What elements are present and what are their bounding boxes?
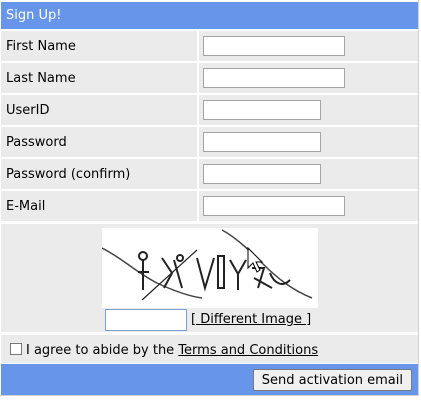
userid-row: UserID xyxy=(1,95,418,125)
send-activation-button[interactable]: Send activation email xyxy=(252,369,412,391)
different-image-link[interactable]: [ Different Image ] xyxy=(191,312,311,327)
captcha-input[interactable] xyxy=(105,309,187,331)
agree-row: I agree to abide by the Terms and Condit… xyxy=(1,335,418,363)
userid-label: UserID xyxy=(6,103,50,118)
agree-text: I agree to abide by the Terms and Condit… xyxy=(26,343,318,358)
signup-form: Sign Up! First Name Last Name UserID Pas… xyxy=(1,2,418,395)
password-row: Password xyxy=(1,127,418,157)
agree-checkbox[interactable] xyxy=(10,343,22,355)
email-input[interactable] xyxy=(203,196,345,216)
password-confirm-row: Password (confirm) xyxy=(1,159,418,189)
first-name-label: First Name xyxy=(6,39,76,54)
first-name-row: First Name xyxy=(1,31,418,61)
email-row: E-Mail xyxy=(1,191,418,221)
terms-link[interactable]: Terms and Conditions xyxy=(178,343,318,358)
last-name-label: Last Name xyxy=(6,71,76,86)
email-label: E-Mail xyxy=(6,199,46,214)
password-confirm-input[interactable] xyxy=(203,164,321,184)
password-input[interactable] xyxy=(203,132,321,152)
last-name-input[interactable] xyxy=(203,68,345,88)
last-name-row: Last Name xyxy=(1,63,418,93)
form-title: Sign Up! xyxy=(1,2,418,29)
password-label: Password xyxy=(6,135,67,150)
form-footer: Send activation email xyxy=(1,364,418,395)
agree-prefix: I agree to abide by the xyxy=(26,343,179,358)
first-name-input[interactable] xyxy=(203,36,345,56)
captcha-image xyxy=(101,228,318,308)
captcha-row: [ Different Image ] xyxy=(1,224,418,332)
userid-input[interactable] xyxy=(203,100,321,120)
password-confirm-label: Password (confirm) xyxy=(6,167,131,182)
